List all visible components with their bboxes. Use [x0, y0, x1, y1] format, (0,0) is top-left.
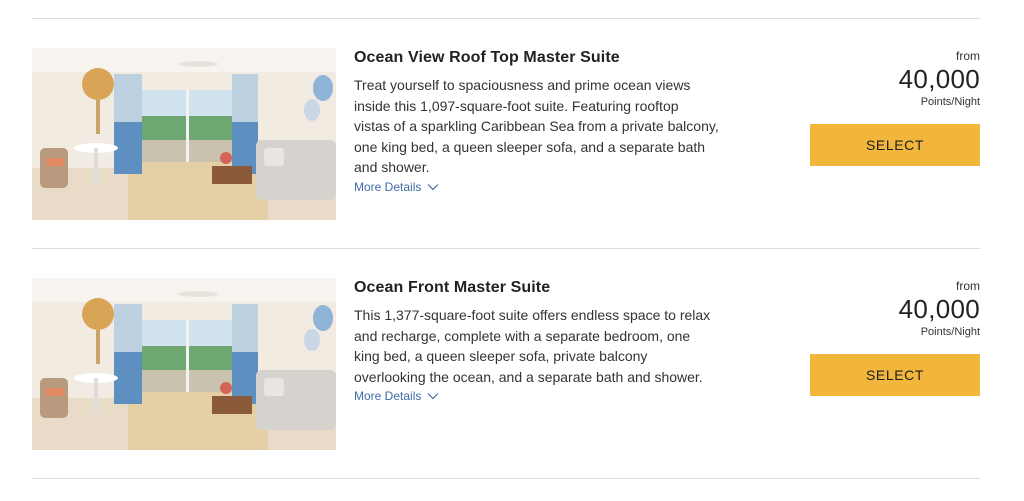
- more-details-label: More Details: [354, 389, 422, 403]
- description-line: This 1,377-square-foot suite offers endl…: [354, 307, 711, 323]
- room-info: Ocean Front Master Suite This 1,377-squa…: [354, 278, 734, 405]
- room-title[interactable]: Ocean View Roof Top Master Suite: [354, 48, 734, 68]
- suite-interior-image: [32, 278, 336, 450]
- price-value: 40,000: [898, 294, 980, 324]
- divider-bottom: [32, 478, 980, 479]
- room-info: Ocean View Roof Top Master Suite Treat y…: [354, 48, 734, 196]
- room-photo[interactable]: [32, 48, 336, 220]
- divider-middle: [32, 248, 980, 249]
- room-description: This 1,377-square-foot suite offers endl…: [354, 305, 734, 387]
- select-button[interactable]: SELECT: [810, 354, 980, 396]
- price-block: from 40,000 Points/Night: [810, 278, 980, 339]
- room-photo[interactable]: [32, 278, 336, 450]
- description-line: inside this 1,097-square-foot suite. Fea…: [354, 97, 679, 114]
- price-value: 40,000: [898, 64, 980, 94]
- description-line: king bed, a queen sleeper sofa, private …: [354, 348, 648, 364]
- price-block: from 40,000 Points/Night: [810, 48, 980, 109]
- more-details-link[interactable]: More Details: [354, 180, 439, 194]
- more-details-label: More Details: [354, 179, 422, 194]
- description-line: one king bed, a queen sleeper sofa, and …: [354, 138, 706, 155]
- room-card: Ocean View Roof Top Master Suite Treat y…: [32, 48, 980, 220]
- description-line: and shower.: [354, 159, 430, 175]
- room-description: Treat yourself to spaciousness and prime…: [354, 75, 734, 178]
- more-details-link[interactable]: More Details: [354, 389, 439, 403]
- suite-interior-image: [32, 48, 336, 220]
- divider-top: [32, 18, 980, 19]
- chevron-down-icon: [427, 393, 439, 400]
- price-unit: Points/Night: [920, 96, 980, 108]
- room-card: Ocean Front Master Suite This 1,377-squa…: [32, 278, 980, 450]
- price-unit: Points/Night: [920, 326, 980, 338]
- price-prefix: from: [956, 49, 980, 63]
- select-button[interactable]: SELECT: [810, 124, 980, 166]
- description-line: Treat yourself to spaciousness and prime…: [354, 77, 691, 93]
- room-title[interactable]: Ocean Front Master Suite: [354, 278, 734, 298]
- chevron-down-icon: [427, 183, 439, 190]
- price-prefix: from: [956, 279, 980, 293]
- description-line: and recharge, complete with a separate b…: [354, 327, 691, 344]
- description-line: overlooking the ocean, and a separate ba…: [354, 368, 703, 385]
- description-line: vistas of a sparkling Caribbean Sea from…: [354, 118, 719, 134]
